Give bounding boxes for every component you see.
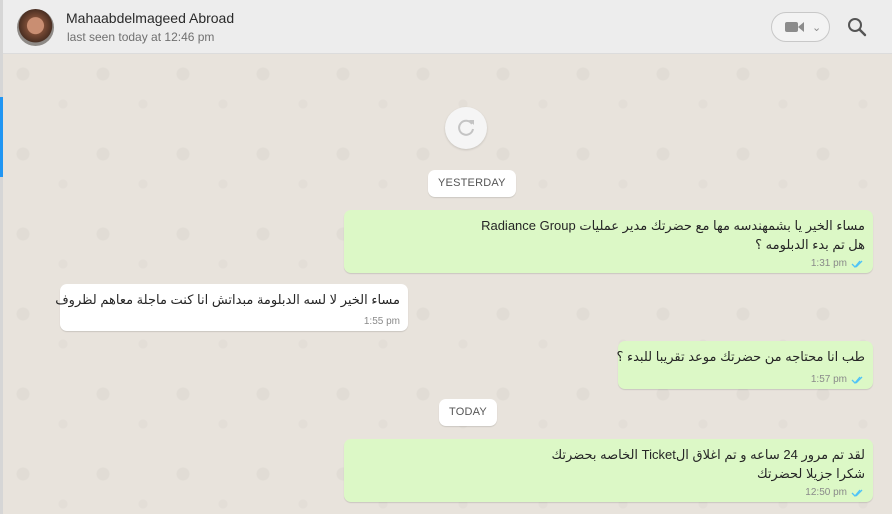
message-meta: 1:55 pm — [364, 316, 400, 327]
video-camera-lens — [798, 22, 804, 32]
video-camera-icon — [785, 22, 798, 32]
double-check-icon — [851, 376, 863, 384]
message-outgoing[interactable]: مساء الخير يا بشمهندسه مها مع حضرتك مدير… — [344, 210, 873, 273]
message-meta: 12:50 pm — [805, 487, 865, 498]
message-time: 1:57 pm — [810, 374, 847, 385]
load-more-button[interactable] — [445, 107, 487, 149]
message-text-line: هل تم بدء الدبلومه ؟ — [755, 237, 865, 252]
double-check-icon — [851, 489, 863, 497]
message-text-line: طب انا محتاجه من حضرتك موعد تقريبا للبدء… — [616, 349, 865, 364]
message-text-line: مساء الخير لا لسه الدبلومة مبداتش انا كن… — [55, 292, 400, 307]
date-divider-yesterday: YESTERDAY — [428, 170, 516, 197]
message-incoming[interactable]: مساء الخير لا لسه الدبلومة مبداتش انا كن… — [55, 284, 408, 331]
video-call-button[interactable]: ⌄ — [771, 12, 830, 42]
contact-avatar[interactable] — [17, 9, 54, 46]
contact-name[interactable]: Mahaabdelmageed Abroad — [66, 10, 234, 26]
message-list[interactable]: YESTERDAY مساء الخير يا بشمهندسه مها مع … — [3, 54, 892, 514]
double-check-icon — [851, 260, 863, 268]
message-outgoing[interactable]: طب انا محتاجه من حضرتك موعد تقريبا للبدء… — [616, 341, 873, 389]
date-divider-today: TODAY — [439, 399, 497, 426]
contact-last-seen: last seen today at 12:46 pm — [67, 30, 215, 44]
chevron-down-icon: ⌄ — [812, 22, 822, 34]
message-time: 1:55 pm — [363, 316, 400, 327]
message-meta: 1:31 pm — [811, 258, 865, 269]
search-icon[interactable] — [846, 16, 868, 38]
message-text-line: مساء الخير يا بشمهندسه مها مع حضرتك مدير… — [481, 218, 865, 233]
message-text-line: شكرا جزيلا لحضرتك — [756, 466, 865, 481]
refresh-icon — [458, 119, 474, 136]
chat-header: Mahaabdelmageed Abroad last seen today a… — [3, 0, 892, 54]
message-time: 12:50 pm — [805, 487, 847, 498]
message-text-line: لقد تم مرور 24 ساعه و تم اغلاق الTicket … — [551, 447, 865, 462]
message-meta: 1:57 pm — [811, 374, 865, 385]
message-time: 1:31 pm — [810, 258, 847, 269]
message-outgoing[interactable]: لقد تم مرور 24 ساعه و تم اغلاق الTicket … — [344, 439, 873, 502]
